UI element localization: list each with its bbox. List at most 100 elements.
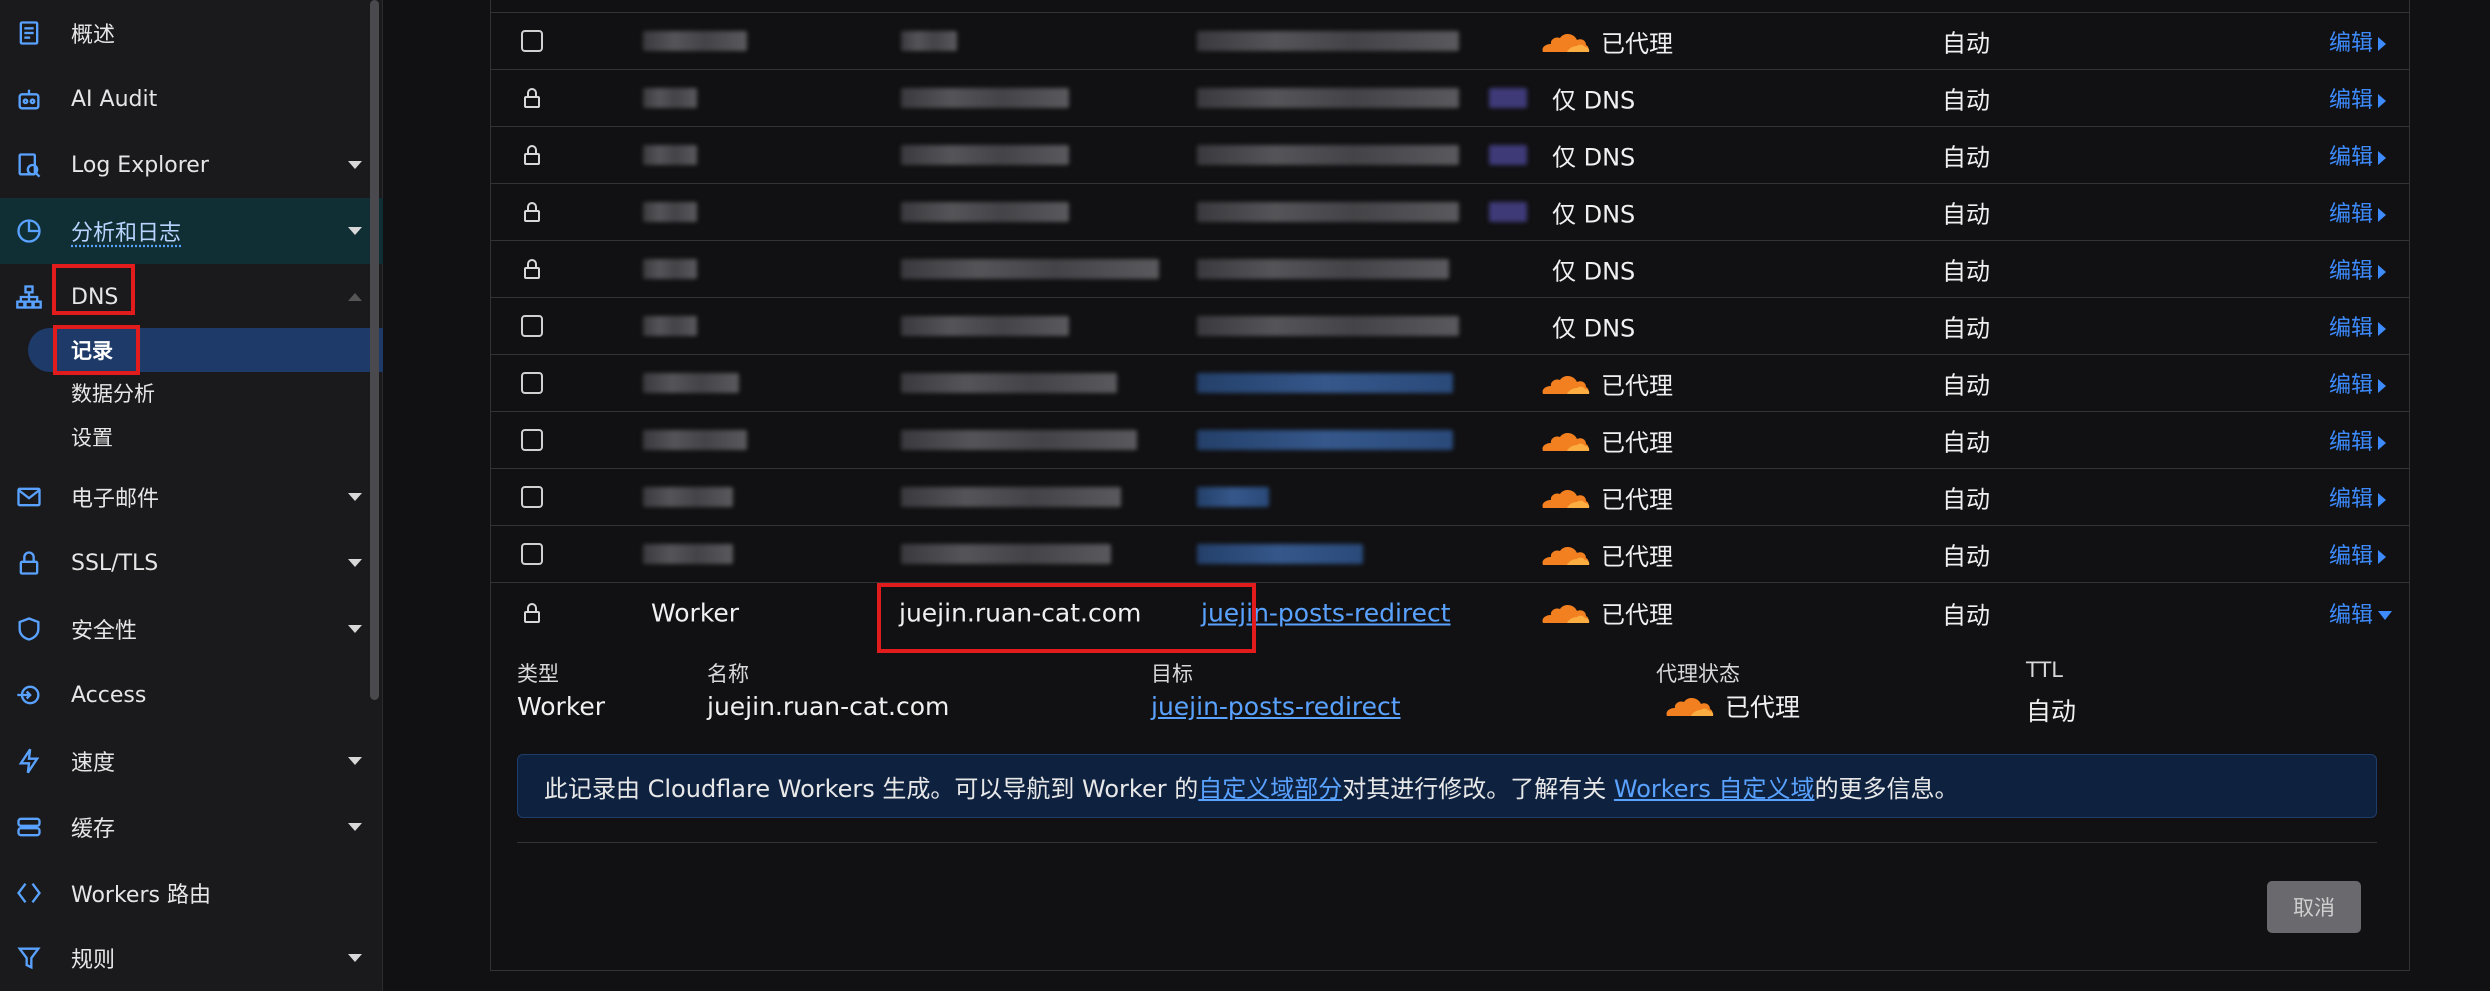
edit-button[interactable]: 编辑 <box>2329 139 2387 171</box>
proxy-status: 已代理 <box>1537 469 1673 526</box>
email-icon <box>14 482 44 512</box>
sidebar-item-rules[interactable]: 规则 <box>0 925 383 991</box>
edit-button[interactable]: 编辑 <box>2329 82 2387 114</box>
sidebar-subitem-settings[interactable]: 设置 <box>0 415 383 459</box>
sidebar-item-label: 电子邮件 <box>71 487 160 512</box>
sidebar-item-label: DNS <box>71 284 119 310</box>
sidebar-item-email[interactable]: 电子邮件 <box>0 464 383 530</box>
ttl-value: 自动 <box>1942 485 1990 514</box>
proxy-label: 仅 DNS <box>1552 314 1636 343</box>
sidebar-item-label: 速度 <box>71 751 116 776</box>
redacted-target <box>1197 430 1453 450</box>
sidebar-item-workers-routes[interactable]: Workers 路由 <box>0 860 383 926</box>
row-checkbox[interactable] <box>521 315 543 337</box>
sidebar-item-label: 分析和日志 <box>71 221 182 246</box>
chevron-right-icon <box>2378 322 2387 336</box>
redacted-target <box>1197 202 1459 222</box>
sidebar-subitem-label: 设置 <box>71 426 113 450</box>
table-row: 已代理 自动 编辑 <box>491 526 2409 583</box>
info-text-1: 此记录由 Cloudflare Workers 生成。可以导航到 Worker … <box>544 774 1199 803</box>
redacted-content <box>901 487 1121 507</box>
edit-button[interactable]: 编辑 <box>2329 538 2387 570</box>
edit-button[interactable]: 编辑 <box>2329 25 2387 57</box>
redacted-target-extra <box>1489 202 1527 222</box>
sidebar-scrollbar[interactable] <box>370 0 379 700</box>
table-row-worker: Worker juejin.ruan-cat.com juejin-posts-… <box>491 584 2409 641</box>
table-row: 已代理 自动 编辑 <box>491 469 2409 526</box>
ttl-value: 自动 <box>1942 428 1990 457</box>
chevron-right-icon <box>2378 265 2387 279</box>
row-checkbox[interactable] <box>521 429 543 451</box>
detail-value-target-link[interactable]: juejin-posts-redirect <box>1151 692 1401 721</box>
sidebar-item-label: Access <box>71 682 147 708</box>
lock-icon <box>522 258 542 280</box>
sidebar: 概述 AI Audit Log Explorer 分析和日志 DNS 记录 数据… <box>0 0 383 991</box>
sidebar-item-speed[interactable]: 速度 <box>0 728 383 794</box>
edit-button[interactable]: 编辑 <box>2329 367 2387 399</box>
redacted-target-extra <box>1489 88 1527 108</box>
sidebar-item-label: Workers 路由 <box>71 883 211 908</box>
redacted-target <box>1197 88 1459 108</box>
detail-label-type: 类型 <box>517 662 559 686</box>
proxy-label: 已代理 <box>1601 429 1673 457</box>
sidebar-item-label: 缓存 <box>71 817 116 842</box>
chevron-right-icon <box>2378 94 2387 108</box>
row-checkbox[interactable] <box>521 372 543 394</box>
detail-label-target: 目标 <box>1151 662 1193 686</box>
redacted-target <box>1197 145 1459 165</box>
sidebar-subitem-analytics[interactable]: 数据分析 <box>0 371 383 415</box>
redacted-name <box>643 145 697 165</box>
custom-domain-section-link[interactable]: 自定义域部分 <box>1198 769 1342 804</box>
table-row: 仅 DNS 自动 编辑 <box>491 241 2409 298</box>
ttl-value: 自动 <box>1942 371 1990 400</box>
redacted-content <box>901 202 1069 222</box>
ttl-value: 自动 <box>1942 601 1990 629</box>
chevron-right-icon <box>2378 493 2387 507</box>
proxy-status: 已代理 <box>1537 584 1673 641</box>
cloud-icon <box>1666 698 1714 716</box>
redacted-content <box>901 316 1069 336</box>
sidebar-item-access[interactable]: Access <box>0 662 383 728</box>
edit-button[interactable]: 编辑 <box>2329 310 2387 342</box>
workers-custom-domain-link[interactable]: Workers 自定义域 <box>1614 769 1815 804</box>
redacted-name <box>643 31 747 51</box>
sidebar-item-log-explorer[interactable]: Log Explorer <box>0 132 383 198</box>
row-checkbox[interactable] <box>521 486 543 508</box>
chevron-right-icon <box>2378 151 2387 165</box>
redacted-content <box>901 259 1159 279</box>
redacted-name <box>643 487 733 507</box>
proxy-label: 已代理 <box>1601 601 1673 629</box>
edit-button[interactable]: 编辑 <box>2329 253 2387 285</box>
sidebar-subitem-records[interactable]: 记录 <box>28 328 383 372</box>
record-target-link[interactable]: juejin-posts-redirect <box>1201 598 1451 627</box>
robot-icon <box>14 84 44 114</box>
row-checkbox[interactable] <box>521 30 543 52</box>
chevron-right-icon <box>2378 379 2387 393</box>
redacted-name <box>643 373 739 393</box>
edit-button[interactable]: 编辑 <box>2329 481 2387 513</box>
cancel-button[interactable]: 取消 <box>2267 881 2361 933</box>
edit-button[interactable]: 编辑 <box>2329 196 2387 228</box>
sidebar-item-label: 概述 <box>71 23 116 48</box>
edit-button[interactable]: 编辑 <box>2329 424 2387 456</box>
record-name: juejin.ruan-cat.com <box>899 598 1142 627</box>
redacted-target <box>1197 259 1449 279</box>
chevron-down-icon <box>2378 611 2393 620</box>
sidebar-item-ssl-tls[interactable]: SSL/TLS <box>0 530 383 596</box>
sidebar-item-dns[interactable]: DNS <box>0 264 383 330</box>
sidebar-item-ai-audit[interactable]: AI Audit <box>0 66 383 132</box>
sidebar-item-overview[interactable]: 概述 <box>0 0 383 66</box>
sidebar-item-security[interactable]: 安全性 <box>0 596 383 662</box>
edit-button[interactable]: 编辑 <box>2329 597 2393 629</box>
detail-value-ttl: 自动 <box>2026 697 2077 726</box>
detail-value-name: juejin.ruan-cat.com <box>707 692 950 721</box>
redacted-name <box>643 202 697 222</box>
row-checkbox[interactable] <box>521 543 543 565</box>
redacted-name <box>643 430 747 450</box>
proxy-label: 已代理 <box>1601 543 1673 571</box>
proxy-label: 已代理 <box>1601 486 1673 514</box>
detail-label-proxy: 代理状态 <box>1656 662 1740 686</box>
sidebar-item-cache[interactable]: 缓存 <box>0 794 383 860</box>
redacted-name <box>643 544 733 564</box>
sidebar-item-analytics[interactable]: 分析和日志 <box>0 198 383 264</box>
